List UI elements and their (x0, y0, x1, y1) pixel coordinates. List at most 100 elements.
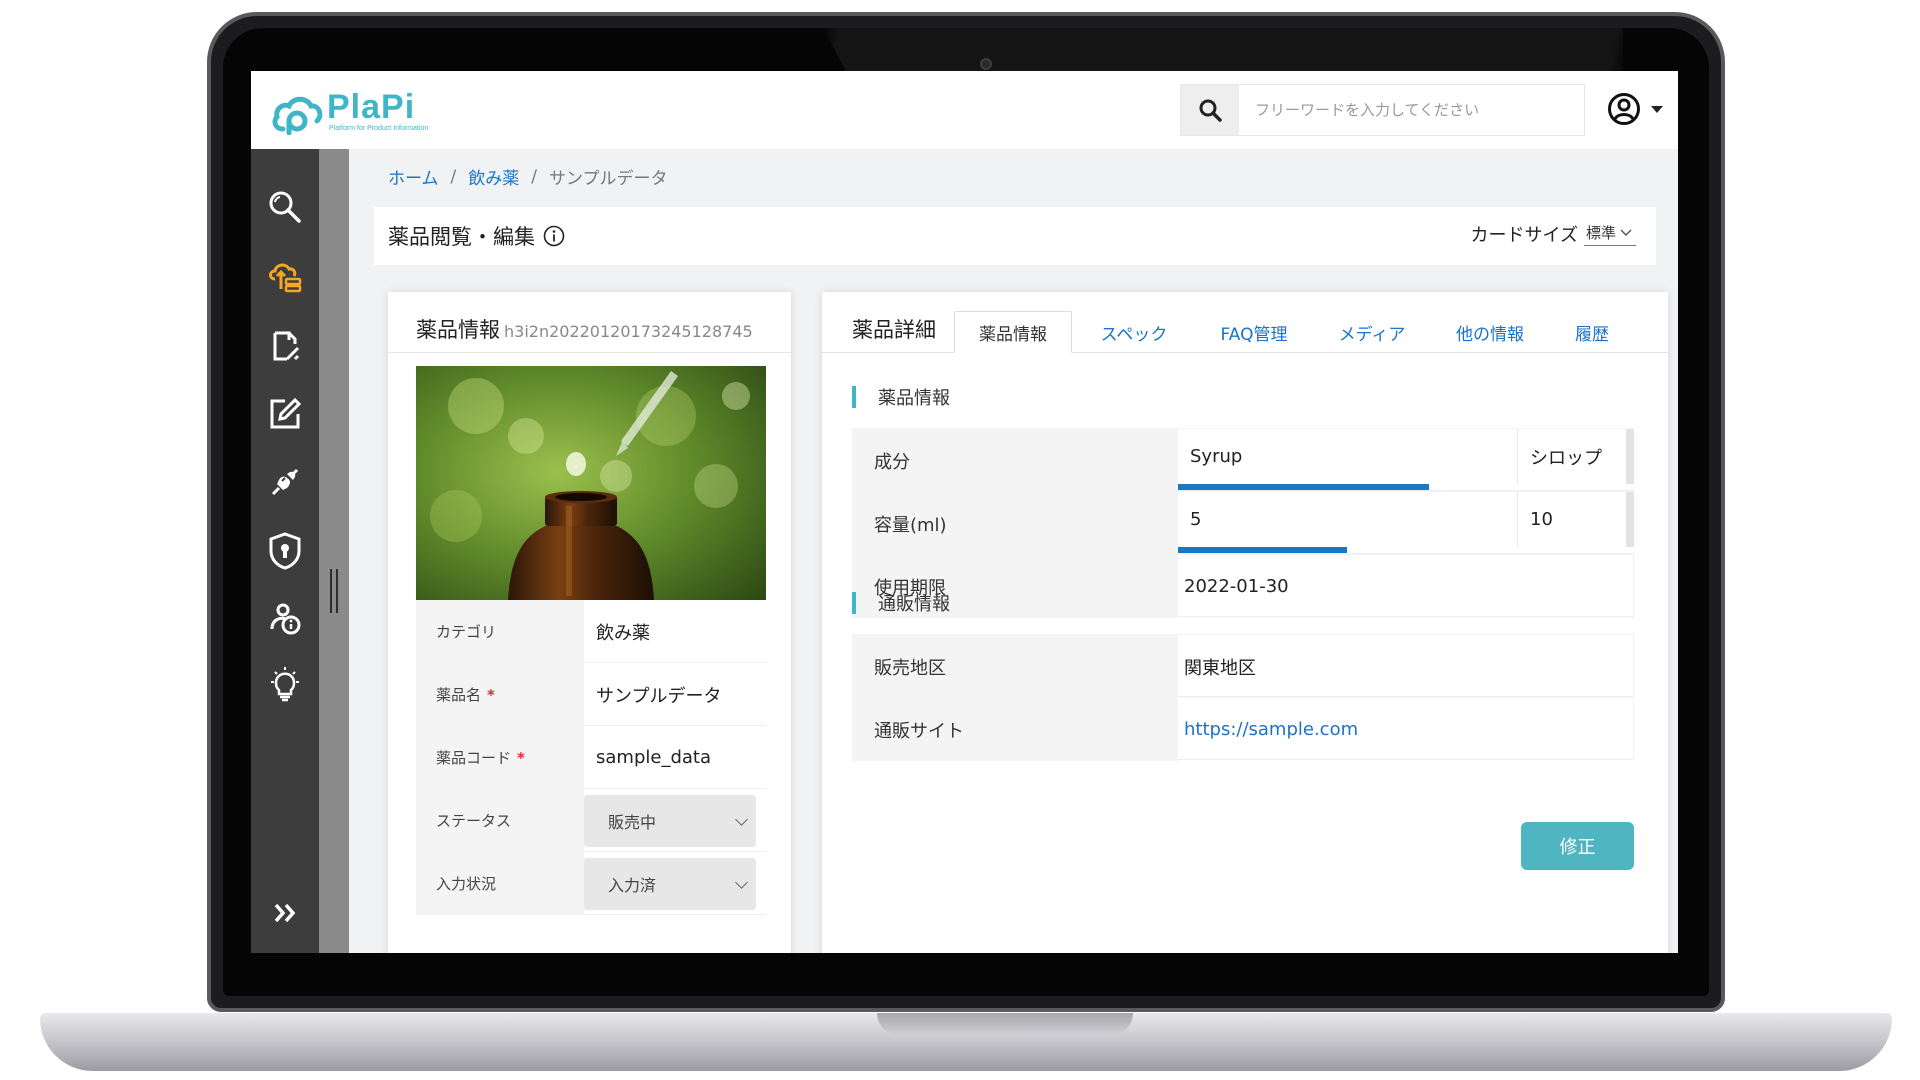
record-id: h3i2n20220120173245128745 (504, 322, 753, 341)
users-info-icon (270, 603, 301, 635)
sidebar-item-ideas[interactable] (261, 661, 309, 709)
sidebar-splitter[interactable] (319, 149, 349, 953)
breadcrumb-home[interactable]: ホーム (388, 164, 439, 189)
tab-product-info[interactable]: 薬品情報 (954, 311, 1072, 353)
breadcrumb-category[interactable]: 飲み薬 (468, 164, 519, 189)
field-label-text: 薬品コード (436, 749, 512, 767)
top-bar: PlaPi Platform for Product Information (251, 71, 1678, 149)
user-menu[interactable] (1607, 89, 1671, 129)
sidebar-item-users[interactable] (261, 595, 309, 643)
tab-media[interactable]: メディア (1322, 311, 1422, 353)
section-title-product: 薬品情報 (852, 386, 950, 409)
select-value: 販売中 (608, 813, 657, 832)
field-label: 薬品名 * (416, 663, 584, 726)
tab-spec[interactable]: スペック (1084, 311, 1184, 353)
input-state-select[interactable]: 入力済 (584, 858, 756, 910)
sidebar (251, 149, 319, 953)
divider (388, 352, 791, 353)
sidebar-item-upload[interactable] (261, 254, 309, 302)
breadcrumb: ホーム / 飲み薬 / サンプルデータ (388, 164, 668, 190)
info-icon[interactable] (543, 225, 565, 247)
progress-fill (1178, 484, 1429, 490)
progress-bar (1178, 547, 1634, 553)
breadcrumb-separator: / (531, 166, 537, 187)
info-label: 通販サイト (852, 698, 1178, 761)
chevron-down-icon (735, 813, 748, 826)
card-title: 薬品詳細 (852, 318, 936, 342)
field-label: 薬品コード * (416, 726, 584, 789)
user-circle-icon (1608, 93, 1640, 125)
card-title: 薬品情報 h3i2n20220120173245128745 (416, 314, 753, 344)
drag-handle[interactable] (330, 569, 338, 613)
tab-other[interactable]: 他の情報 (1440, 311, 1540, 353)
tab-faq[interactable]: FAQ管理 (1204, 311, 1304, 353)
field-label-text: 入力状況 (436, 875, 497, 893)
camera-icon (980, 58, 992, 70)
info-value-secondary[interactable]: 10 (1518, 492, 1634, 547)
info-label: 成分 (852, 429, 1178, 492)
site-link[interactable]: https://sample.com (1184, 719, 1358, 740)
required-mark: * (487, 685, 495, 704)
search-icon (1199, 99, 1222, 122)
sidebar-expand-button[interactable] (261, 889, 309, 937)
section-title-sales: 通販情報 (852, 592, 950, 615)
app-screen: PlaPi Platform for Product Information フ… (251, 71, 1678, 953)
info-value: 2022-01-30 (1178, 555, 1634, 618)
info-value: https://sample.com (1178, 698, 1634, 761)
page-title: 薬品閲覧・編集 (388, 221, 565, 251)
search-icon (269, 191, 301, 223)
chevron-down-icon (1620, 229, 1632, 236)
plapi-logo[interactable]: PlaPi Platform for Product Information (271, 85, 441, 135)
sidebar-item-edit[interactable] (261, 390, 309, 438)
card-size-label: カードサイズ (1470, 225, 1578, 246)
status-select[interactable]: 販売中 (584, 795, 756, 847)
chevron-down-icon (1651, 105, 1663, 113)
page-header: 薬品閲覧・編集 カードサイズ 標準 (374, 207, 1656, 265)
breadcrumb-separator: / (450, 166, 457, 187)
field-value[interactable]: sample_data (584, 726, 766, 789)
info-row-volume: 容量(ml) 5 10 (852, 491, 1634, 555)
chevron-down-icon (735, 876, 748, 889)
info-row-ingredient: 成分 Syrup シロップ (852, 428, 1634, 492)
sidebar-item-security[interactable] (261, 527, 309, 575)
search-button[interactable] (1181, 85, 1239, 135)
product-info-card: 薬品情報 h3i2n20220120173245128745 カテゴリ 飲み薬 … (388, 292, 791, 953)
product-image (416, 366, 766, 600)
info-row-region: 販売地区 関東地区 (852, 634, 1634, 698)
sidebar-item-search[interactable] (261, 183, 309, 231)
shield-lock-icon (269, 532, 301, 570)
product-detail-card: 薬品詳細 薬品情報 スペック FAQ管理 メディア 他の情報 履歴 薬品情報 成… (822, 292, 1668, 953)
info-row-site: 通販サイト https://sample.com (852, 697, 1634, 761)
search-input[interactable] (1239, 85, 1584, 135)
breadcrumb-current: サンプルデータ (548, 169, 668, 189)
sidebar-item-file-edit[interactable] (261, 322, 309, 370)
card-size-select[interactable]: 標準 (1583, 222, 1636, 246)
select-value: 入力済 (608, 876, 657, 895)
laptop-base (40, 1013, 1892, 1071)
dropper-bottle-image (416, 366, 766, 600)
field-label: ステータス (416, 789, 584, 852)
sidebar-item-plug[interactable] (261, 458, 309, 506)
edit-icon (270, 397, 302, 429)
field-label: 入力状況 (416, 852, 584, 915)
tab-history[interactable]: 履歴 (1542, 311, 1642, 353)
logo-subtitle: Platform for Product Information (329, 125, 429, 132)
info-value-secondary[interactable]: シロップ (1518, 429, 1634, 484)
progress-bar (1178, 484, 1634, 490)
field-row-code: 薬品コード * sample_data (416, 726, 766, 789)
field-value: 飲み薬 (596, 622, 650, 644)
field-value[interactable]: サンプルデータ (584, 663, 766, 726)
card-size-control: カードサイズ 標準 (1471, 221, 1636, 247)
field-label-text: 薬品名 (436, 686, 482, 704)
field-row-name: 薬品名 * サンプルデータ (416, 663, 766, 726)
double-chevron-right-icon (274, 903, 296, 923)
info-value-primary[interactable]: Syrup (1178, 429, 1518, 484)
lightbulb-icon (271, 667, 299, 702)
field-label-text: ステータス (436, 812, 512, 830)
logo-text: PlaPi (327, 88, 416, 126)
required-mark: * (517, 748, 525, 767)
edit-button[interactable]: 修正 (1521, 822, 1634, 870)
field-label-text: カテゴリ (436, 623, 497, 641)
info-value-primary[interactable]: 5 (1178, 492, 1518, 547)
field-row-status: ステータス 販売中 (416, 789, 766, 852)
